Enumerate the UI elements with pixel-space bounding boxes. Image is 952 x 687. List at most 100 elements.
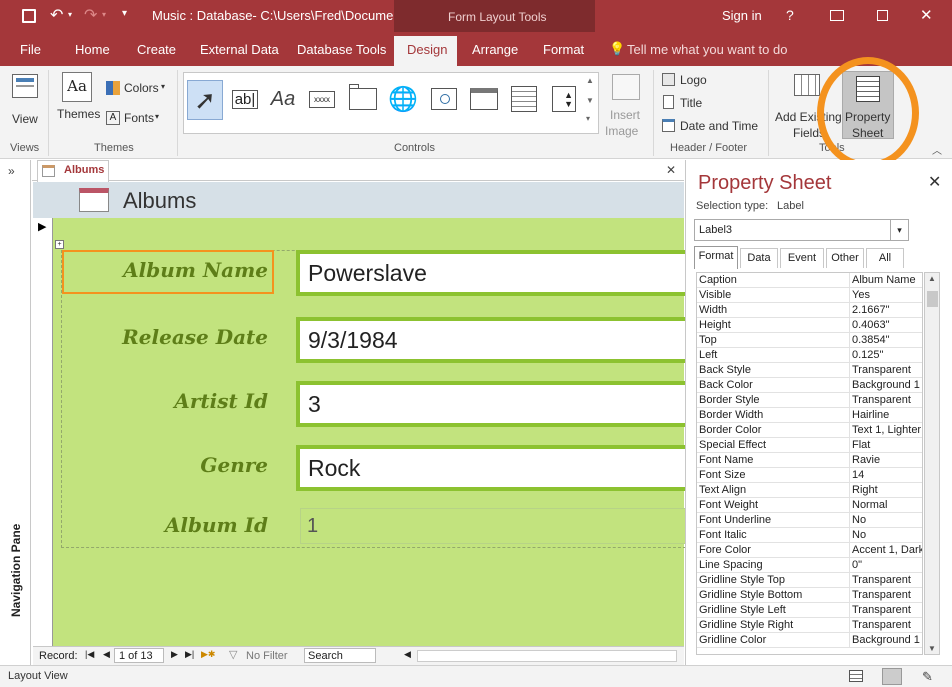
tab-other-props[interactable]: Other [826, 248, 864, 268]
album-name-value[interactable]: Powerslave [300, 254, 692, 292]
property-value[interactable]: Transparent [852, 619, 922, 631]
property-row[interactable]: Border Style Transparent [697, 393, 922, 408]
property-row[interactable]: Special Effect Flat [697, 438, 922, 453]
logo-button[interactable]: Logo [660, 71, 750, 89]
album-id-label[interactable]: Album Id [64, 513, 268, 537]
property-value[interactable]: 2.1667" [852, 304, 922, 316]
label-control-icon[interactable]: Aa [266, 82, 300, 116]
property-row[interactable]: Height 0.4063" [697, 318, 922, 333]
prev-record-icon[interactable]: ◀ [103, 649, 110, 660]
property-row[interactable]: Gridline Color Background 1 [697, 633, 922, 648]
layout-move-handle-icon[interactable]: + [55, 240, 64, 249]
tab-arrange[interactable]: Arrange [472, 42, 518, 57]
property-row[interactable]: Visible Yes [697, 288, 922, 303]
tab-format-props[interactable]: Format [694, 246, 738, 269]
property-value[interactable]: Flat [852, 439, 922, 451]
property-row[interactable]: Caption Album Name [697, 273, 922, 288]
property-scrollbar[interactable]: ▲ ▼ [924, 272, 940, 655]
property-value[interactable]: 0.3854" [852, 334, 922, 346]
album-name-label[interactable]: Album Name [64, 258, 268, 282]
last-record-icon[interactable]: ▶| [185, 649, 194, 660]
scroll-thumb[interactable] [927, 291, 938, 307]
scroll-down-icon[interactable]: ▼ [928, 644, 936, 653]
album-name-field[interactable]: Powerslave [296, 250, 696, 296]
form-view-icon[interactable] [849, 670, 863, 682]
insert-image-button[interactable]: Insert Image [604, 70, 648, 140]
tab-external-data[interactable]: External Data [200, 42, 279, 57]
property-value[interactable]: Background 1 [852, 634, 922, 646]
tab-control-icon[interactable] [346, 82, 380, 116]
property-value[interactable]: Album Name [852, 274, 922, 286]
expand-nav-icon[interactable]: » [8, 164, 15, 178]
restore-ribbon-icon[interactable] [830, 10, 844, 21]
gallery-scroll-down-icon[interactable]: ▼ [586, 96, 594, 105]
property-value[interactable]: 0.4063" [852, 319, 922, 331]
artist-id-field[interactable]: 3 [296, 381, 696, 427]
customize-qat-icon[interactable]: ▾ [122, 8, 127, 19]
property-row[interactable]: Width 2.1667" [697, 303, 922, 318]
navigation-pane[interactable]: » Navigation Pane [0, 160, 31, 665]
web-browser-control-icon[interactable] [427, 82, 461, 116]
filter-icon[interactable]: ▽ [229, 648, 237, 661]
collapse-ribbon-icon[interactable]: ︿ [932, 142, 942, 157]
property-value[interactable]: Yes [852, 289, 922, 301]
save-icon[interactable] [22, 9, 36, 23]
property-value[interactable]: Transparent [852, 364, 922, 376]
property-row[interactable]: Gridline Style Left Transparent [697, 603, 922, 618]
tab-data-props[interactable]: Data [740, 248, 778, 268]
artist-id-value[interactable]: 3 [300, 385, 692, 423]
tab-home[interactable]: Home [75, 42, 110, 57]
property-value[interactable]: 0.125" [852, 349, 922, 361]
genre-label[interactable]: Genre [64, 453, 268, 477]
tab-albums[interactable]: Albums [37, 160, 109, 182]
button-control-icon[interactable]: xxxx [305, 82, 339, 116]
property-value[interactable]: Background 1 [852, 379, 922, 391]
title-button[interactable]: Title [660, 94, 750, 112]
help-button[interactable]: ? [786, 7, 794, 23]
redo-dropdown-icon[interactable]: ▾ [102, 10, 106, 19]
layout-view-icon[interactable] [882, 668, 902, 685]
tab-event-props[interactable]: Event [780, 248, 824, 268]
property-row[interactable]: Top 0.3854" [697, 333, 922, 348]
property-row[interactable]: Gridline Style Top Transparent [697, 573, 922, 588]
close-document-icon[interactable]: ✕ [666, 163, 676, 177]
tab-create[interactable]: Create [137, 42, 176, 57]
album-id-field[interactable]: 1 [300, 508, 700, 544]
hyperlink-control-icon[interactable]: 🌐 [386, 82, 420, 116]
property-row[interactable]: Gridline Style Bottom Transparent [697, 588, 922, 603]
property-value[interactable]: Transparent [852, 604, 922, 616]
property-row[interactable]: Fore Color Accent 1, Dark [697, 543, 922, 558]
object-dropdown-icon[interactable]: ▾ [890, 220, 908, 240]
tab-design[interactable]: Design [407, 42, 447, 57]
gallery-more-icon[interactable]: ▾ [586, 114, 590, 123]
property-value[interactable]: No [852, 529, 922, 541]
no-filter-label[interactable]: No Filter [246, 650, 288, 662]
property-value[interactable]: Transparent [852, 394, 922, 406]
close-icon[interactable]: ✕ [920, 6, 933, 24]
scroll-up-icon[interactable]: ▲ [928, 274, 936, 283]
maximize-icon[interactable] [877, 10, 888, 21]
redo-icon[interactable]: ↷ [84, 5, 97, 25]
tab-file[interactable]: File [20, 42, 41, 57]
colors-button[interactable]: Colors ▾ [106, 79, 168, 97]
release-date-field[interactable]: 9/3/1984 [296, 317, 696, 363]
property-row[interactable]: Gridline Style Right Transparent [697, 618, 922, 633]
property-value[interactable]: No [852, 514, 922, 526]
genre-field[interactable]: Rock [296, 445, 696, 491]
property-value[interactable]: 14 [852, 469, 922, 481]
property-row[interactable]: Back Color Background 1 [697, 378, 922, 393]
property-value[interactable]: Text 1, Lighter [852, 424, 922, 436]
select-pointer-icon[interactable]: ➚ [187, 80, 223, 120]
tab-database-tools[interactable]: Database Tools [297, 42, 386, 57]
view-button[interactable]: View [6, 72, 42, 126]
property-value[interactable]: Transparent [852, 574, 922, 586]
property-row[interactable]: Font Weight Normal [697, 498, 922, 513]
object-selector[interactable]: Label3 ▾ [694, 219, 909, 241]
tab-format[interactable]: Format [543, 42, 584, 57]
property-value[interactable]: Hairline [852, 409, 922, 421]
release-date-label[interactable]: Release Date [64, 325, 268, 349]
first-record-icon[interactable]: |◀ [85, 649, 94, 660]
property-value[interactable]: 0" [852, 559, 922, 571]
h-scroll-left-icon[interactable]: ◀ [404, 649, 411, 660]
release-date-value[interactable]: 9/3/1984 [300, 321, 692, 359]
